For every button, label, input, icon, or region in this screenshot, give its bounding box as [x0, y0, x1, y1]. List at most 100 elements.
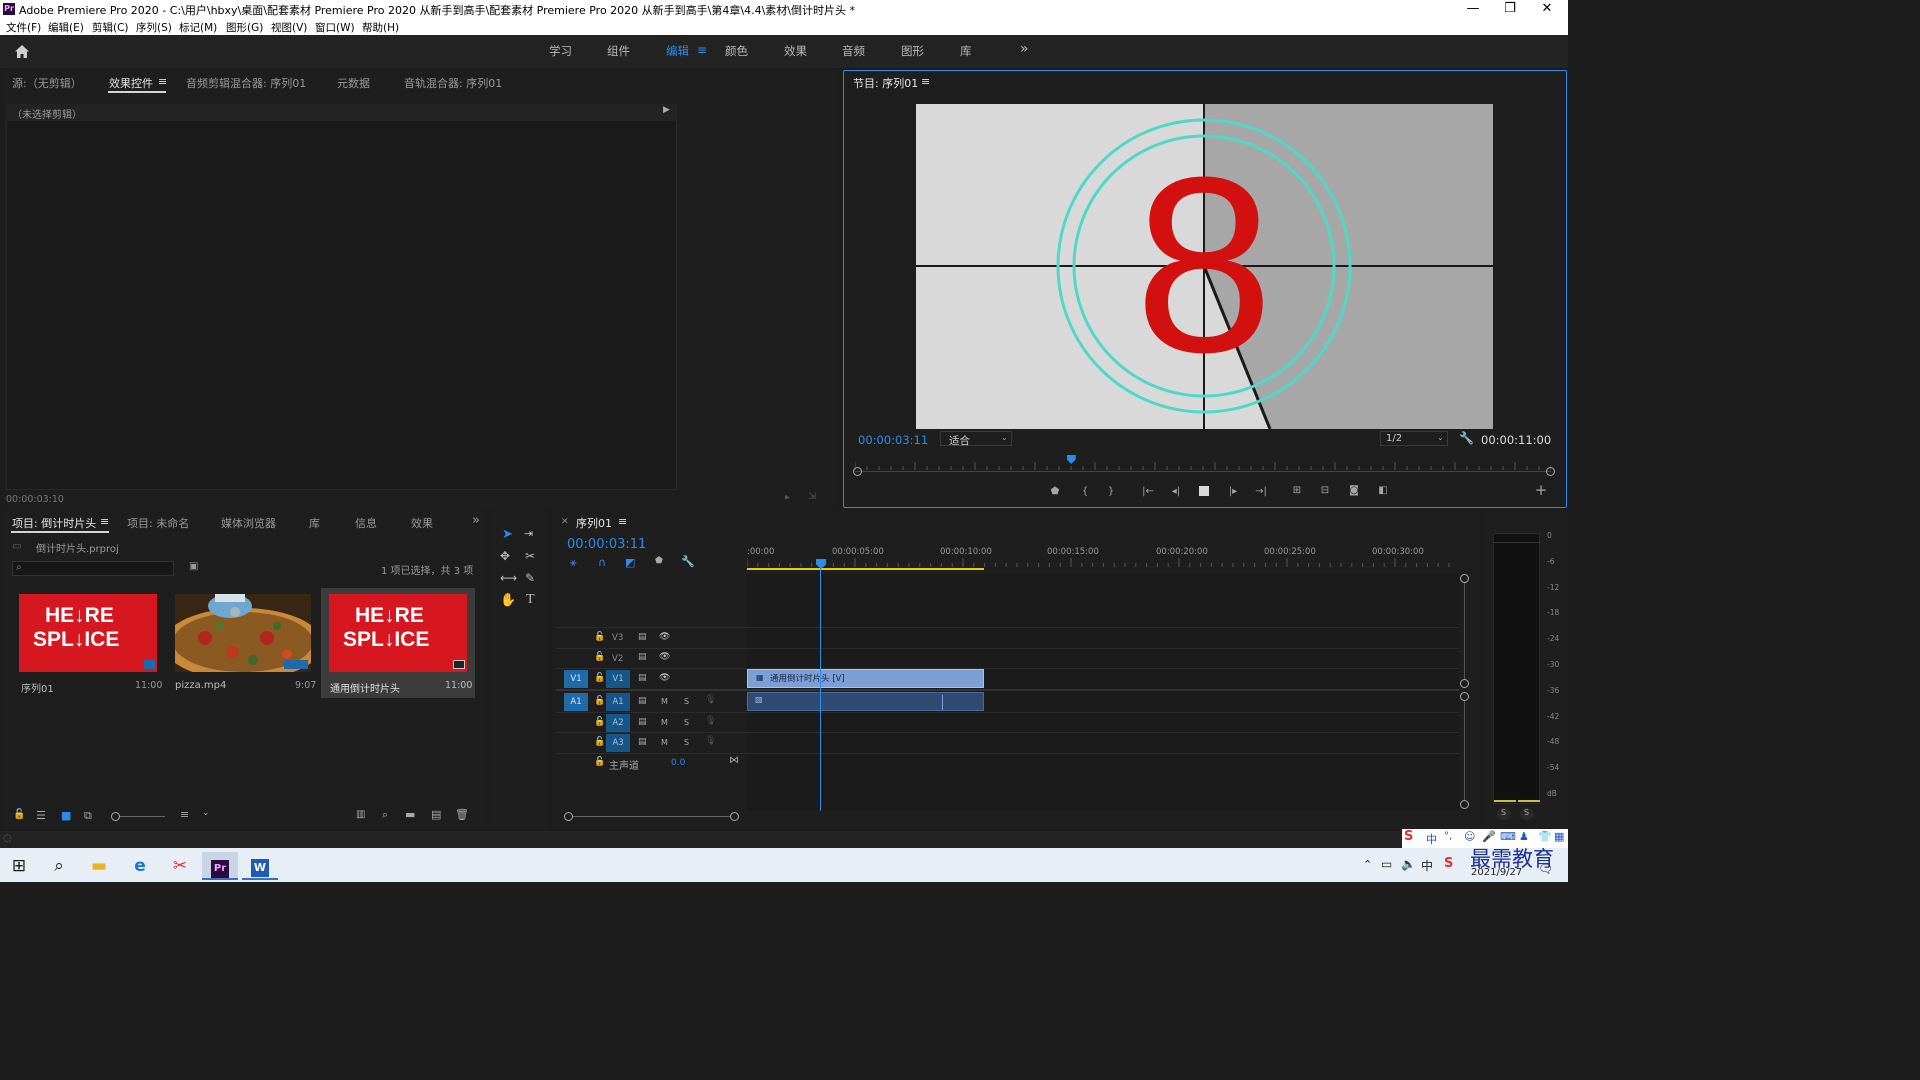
workspace-color[interactable]: 颜色 — [725, 43, 748, 59]
menu-graphics[interactable]: 图形(G) — [226, 20, 263, 35]
new-item-icon[interactable]: ▤ — [431, 808, 441, 821]
menu-view[interactable]: 视图(V) — [271, 20, 307, 35]
workspace-learn[interactable]: 学习 — [549, 43, 572, 59]
keyboard-icon[interactable]: ⌨ — [1500, 830, 1516, 843]
tab-effect-controls[interactable]: 效果控件 — [109, 75, 153, 91]
lock-icon[interactable]: 🔓 — [594, 696, 605, 706]
menu-file[interactable]: 文件(F) — [6, 20, 41, 35]
export-frame-icon[interactable]: ◙ — [1347, 485, 1361, 497]
go-to-edit-point-icon[interactable]: ⋈ — [729, 755, 739, 766]
timeline-zoom-track[interactable] — [573, 816, 730, 817]
tab-media-browser[interactable]: 媒体浏览器 — [221, 515, 276, 531]
tab-project-countdown[interactable]: 项目: 倒计时片头 — [12, 515, 96, 531]
ripple-edit-tool-icon[interactable]: ✥ — [500, 549, 510, 563]
mute-button[interactable]: M — [661, 738, 668, 747]
pen-tool-icon[interactable]: ✎ — [525, 571, 535, 585]
razor-tool-icon[interactable]: ✂ — [525, 549, 535, 563]
menu-clip[interactable]: 剪辑(C) — [92, 20, 129, 35]
sync-lock-icon[interactable]: ▤ — [638, 696, 647, 706]
project-item-sequence[interactable]: HE↓RE SPL↓ICE 序列01 11:00 — [12, 588, 162, 698]
lift-icon[interactable]: ⊞ — [1289, 485, 1305, 497]
emoji-icon[interactable]: ☺ — [1464, 830, 1475, 843]
type-tool-icon[interactable]: T — [526, 592, 535, 608]
mark-in-icon[interactable]: { — [1080, 486, 1090, 498]
close-sequence-icon[interactable]: ✕ — [561, 517, 569, 527]
go-to-in-icon[interactable]: |← — [1141, 486, 1155, 498]
tab-metadata[interactable]: 元数据 — [337, 75, 370, 91]
mic-icon[interactable]: 🎙 — [705, 736, 716, 746]
linked-selection-icon[interactable]: ◩ — [625, 556, 635, 569]
ime-tray-icon[interactable]: 中 — [1421, 857, 1433, 874]
icon-view-icon[interactable]: ■ — [61, 809, 71, 822]
stop-icon[interactable] — [1199, 486, 1209, 496]
master-volume-value[interactable]: 0.0 — [671, 758, 685, 768]
mark-out-icon[interactable]: } — [1106, 486, 1116, 498]
windows-start-icon[interactable]: ⊞ — [1, 852, 37, 880]
word-taskbar-button[interactable]: W — [242, 852, 278, 880]
tab-audio-track-mixer[interactable]: 音轨混合器: 序列01 — [404, 75, 502, 91]
workspace-menu-icon[interactable]: ≡ — [697, 43, 707, 57]
user-icon[interactable]: 👕 — [1538, 830, 1552, 843]
workspace-editing[interactable]: 编辑 — [666, 43, 689, 59]
zoom-bar[interactable] — [855, 471, 1551, 472]
trash-icon[interactable]: 🗑 — [455, 808, 469, 821]
track-v1-target[interactable]: V1 — [606, 670, 630, 688]
project-search-input[interactable]: ⌕ — [12, 561, 174, 576]
play-audio-icon[interactable]: ▸ — [785, 492, 790, 503]
mic-icon[interactable]: 🎙 — [705, 695, 716, 705]
fit-dropdown[interactable]: 适合 ⌄ — [940, 431, 1012, 447]
zoom-handle-left[interactable] — [853, 467, 862, 476]
video-scroll-handle-top[interactable] — [1460, 574, 1469, 583]
toolbox-icon[interactable]: ▦ — [1554, 830, 1564, 843]
lock-icon[interactable]: 🔓 — [594, 632, 605, 642]
workspace-effects[interactable]: 效果 — [784, 43, 807, 59]
list-view-icon[interactable]: ☰ — [36, 809, 46, 822]
solo-button[interactable]: S — [684, 718, 689, 727]
hand-tool-icon[interactable]: ✋ — [500, 593, 516, 608]
workspace-audio[interactable]: 音频 — [842, 43, 865, 59]
slip-tool-icon[interactable]: ⟷ — [500, 571, 517, 585]
zoom-slider-handle[interactable] — [111, 812, 120, 821]
track-a3-target[interactable]: A3 — [606, 734, 630, 752]
solo-right-button[interactable]: S — [1520, 808, 1534, 820]
sync-lock-icon[interactable]: ▤ — [638, 652, 647, 662]
automate-to-sequence-icon[interactable]: ▥ — [356, 809, 365, 820]
workspace-graphics[interactable]: 图形 — [901, 43, 924, 59]
workspace-libraries[interactable]: 库 — [960, 43, 972, 59]
timeline-zoom-handle-left[interactable] — [564, 812, 573, 821]
mute-button[interactable]: M — [661, 718, 668, 727]
add-marker-icon[interactable]: ⬟ — [655, 556, 663, 566]
solo-button[interactable]: S — [684, 697, 689, 706]
timeline-current-time[interactable]: 00:00:03:11 — [567, 537, 646, 552]
tab-effects[interactable]: 效果 — [411, 515, 433, 531]
menu-help[interactable]: 帮助(H) — [362, 20, 399, 35]
snipping-tool-icon[interactable]: ✂ — [162, 852, 198, 880]
mute-button[interactable]: M — [661, 697, 668, 706]
timeline-sequence-tab[interactable]: 序列01 — [576, 515, 612, 531]
premiere-taskbar-button[interactable]: Pr — [202, 852, 238, 880]
track-a1-target[interactable]: A1 — [606, 693, 630, 711]
edge-browser-icon[interactable]: e — [122, 852, 158, 880]
eye-icon[interactable]: 👁 — [659, 632, 670, 642]
sync-lock-icon[interactable]: ▤ — [638, 632, 647, 642]
add-marker-icon[interactable]: ⬟ — [1049, 486, 1061, 498]
sync-lock-icon[interactable]: ▤ — [638, 717, 647, 727]
panel-menu-icon[interactable]: ≡ — [158, 75, 167, 88]
snap-icon[interactable]: ∩ — [598, 556, 606, 569]
tab-info[interactable]: 信息 — [355, 515, 377, 531]
export-icon[interactable]: ⇲ — [808, 491, 816, 502]
workspace-more-button[interactable]: » — [1020, 41, 1029, 57]
expand-arrow-icon[interactable]: ▶ — [663, 105, 670, 115]
program-menu-icon[interactable]: ≡ — [921, 75, 930, 88]
menu-window[interactable]: 窗口(W) — [315, 20, 355, 35]
work-area-bar[interactable] — [747, 568, 984, 570]
project-menu-icon[interactable]: ≡ — [100, 515, 109, 528]
restore-button[interactable]: ❐ — [1492, 1, 1528, 16]
step-back-icon[interactable]: ◂| — [1170, 486, 1182, 498]
sync-lock-icon[interactable]: ▤ — [638, 673, 647, 683]
tab-libraries[interactable]: 库 — [309, 515, 320, 531]
selection-tool-icon[interactable]: ➤ — [502, 527, 513, 542]
lock-icon[interactable]: 🔓 — [13, 809, 25, 820]
audio-scroll-track[interactable] — [1464, 701, 1465, 800]
eye-icon[interactable]: 👁 — [659, 673, 670, 683]
